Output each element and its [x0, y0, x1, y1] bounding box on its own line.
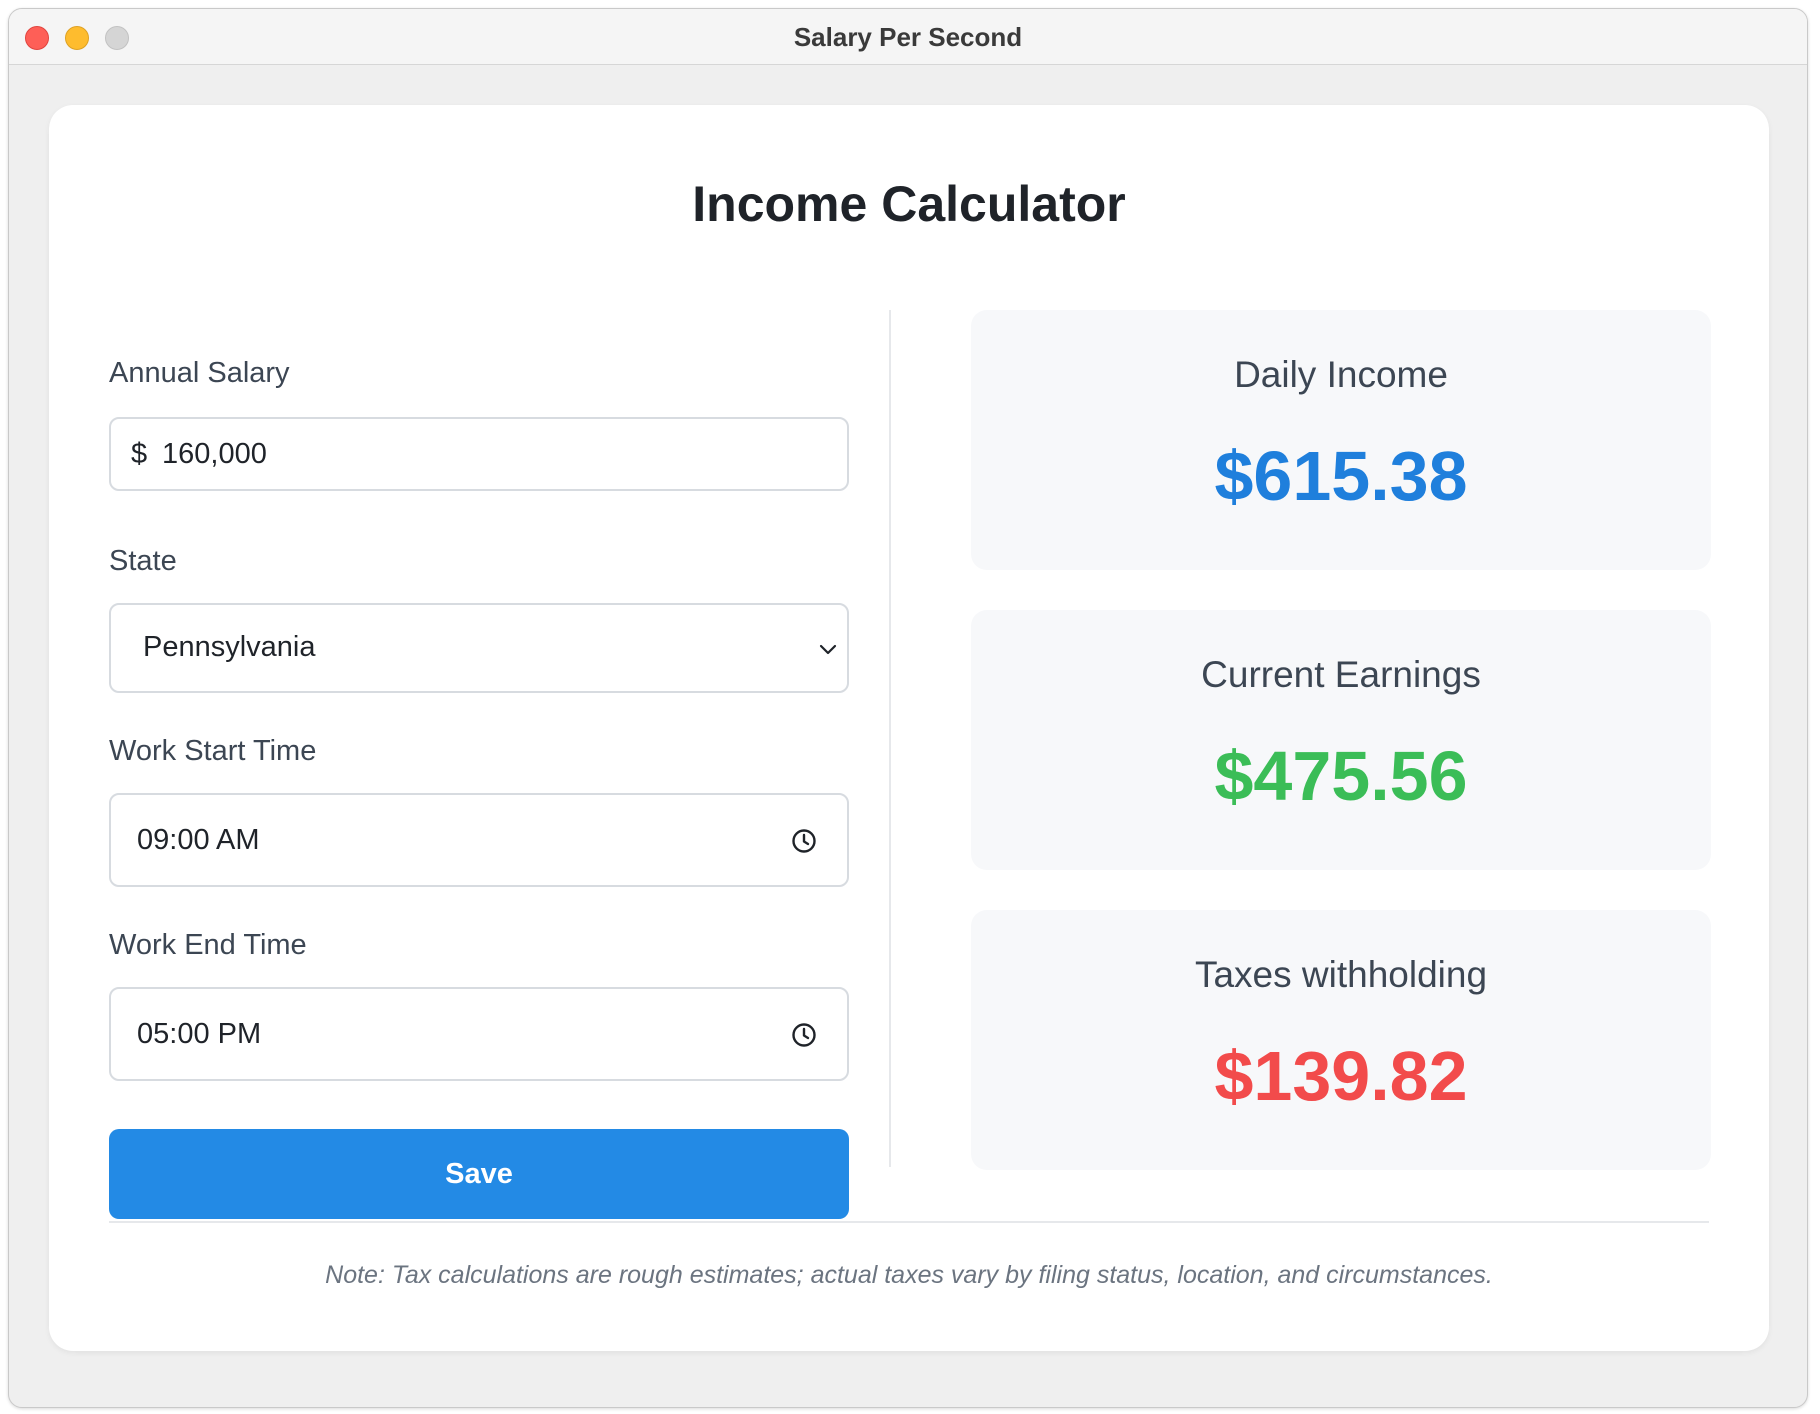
current-earnings-label: Current Earnings	[1201, 654, 1481, 695]
taxes-withholding-value: $139.82	[1214, 1037, 1468, 1115]
clock-icon[interactable]	[791, 1022, 817, 1048]
currency-prefix: $	[131, 438, 148, 470]
state-value: Pennsylvania	[143, 631, 316, 663]
save-button[interactable]: Save	[109, 1129, 849, 1219]
clock-icon[interactable]	[791, 828, 817, 854]
tax-note: Note: Tax calculations are rough estimat…	[325, 1261, 1493, 1289]
state-label: State	[109, 545, 177, 577]
start-time-input[interactable]: 09:00 AM	[109, 793, 849, 887]
daily-income-value: $615.38	[1214, 437, 1468, 515]
daily-income-label: Daily Income	[1234, 354, 1448, 395]
window-title: Salary Per Second	[793, 22, 1023, 52]
start-time-label: Work Start Time	[109, 735, 317, 767]
end-time-input[interactable]: 05:00 PM	[109, 987, 849, 1081]
calculator-card: Income Calculator Annual Salary $ 160,00…	[49, 105, 1769, 1351]
footer-divider	[109, 1221, 1709, 1223]
taxes-withholding-label: Taxes withholding	[1194, 954, 1488, 995]
daily-income-card: Daily Income $615.38	[971, 310, 1711, 570]
salary-label: Annual Salary	[109, 357, 290, 389]
title-bar: Salary Per Second	[9, 9, 1807, 65]
current-earnings-value: $475.56	[1214, 737, 1468, 815]
taxes-withholding-card: Taxes withholding $139.82	[971, 910, 1711, 1170]
app-window: Salary Per Second Income Calculator Annu…	[8, 8, 1808, 1408]
state-select[interactable]: Pennsylvania	[109, 603, 849, 693]
current-earnings-card: Current Earnings $475.56	[971, 610, 1711, 870]
end-time-value: 05:00 PM	[137, 1018, 262, 1050]
salary-value: 160,000	[162, 438, 267, 470]
page-title: Income Calculator	[692, 176, 1126, 232]
salary-input[interactable]: $ 160,000	[109, 417, 849, 491]
end-time-label: Work End Time	[109, 929, 307, 961]
start-time-value: 09:00 AM	[137, 824, 260, 856]
chevron-down-icon	[819, 644, 837, 655]
column-divider	[889, 310, 891, 1167]
